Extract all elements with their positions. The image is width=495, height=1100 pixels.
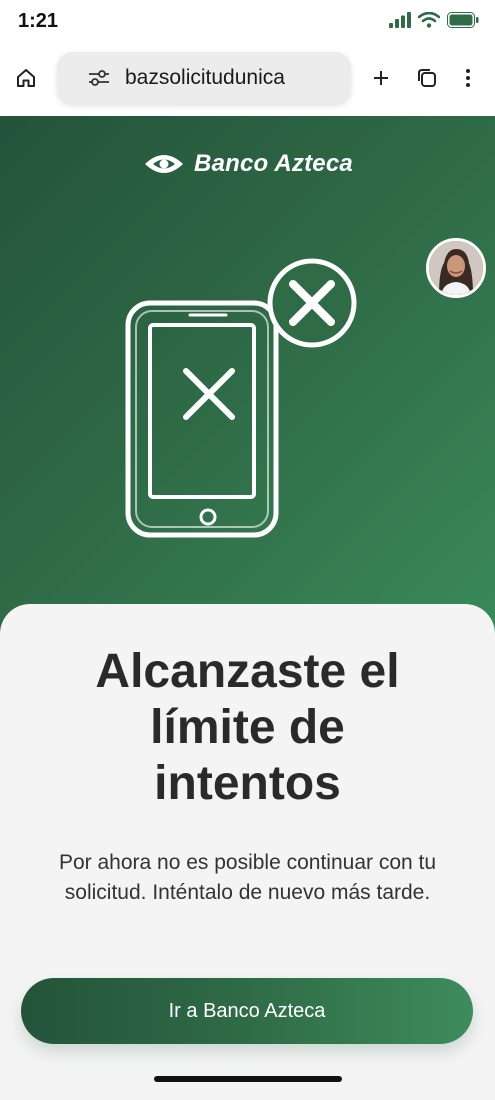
title-line: Alcanzaste el	[95, 645, 400, 698]
page-title: Alcanzaste el límite de intentos	[20, 644, 475, 812]
banco-azteca-logo-icon	[145, 155, 184, 173]
brand-name: Banco Azteca	[194, 150, 353, 177]
home-button[interactable]	[10, 62, 42, 94]
plus-icon	[374, 71, 388, 85]
new-tab-button[interactable]	[367, 62, 395, 94]
status-time: 1:21	[18, 10, 59, 32]
home-icon	[17, 69, 35, 87]
title-line: intentos	[154, 757, 341, 810]
signal-icon	[389, 12, 411, 33]
assistant-avatar[interactable]	[426, 238, 486, 298]
home-indicator[interactable]	[154, 1076, 342, 1082]
brand-logo[interactable]: Banco Azteca	[0, 150, 495, 178]
status-icons	[389, 11, 479, 33]
tabs-icon	[418, 69, 436, 87]
title-line: límite de	[150, 701, 345, 754]
battery-icon	[447, 12, 479, 33]
url-text[interactable]: bazsolicitudunica	[125, 66, 285, 90]
wifi-icon	[417, 11, 441, 33]
body-line: solicitud. Inténtalo de nuevo más tarde.	[64, 881, 431, 904]
message-body: Por ahora no es posible continuar con tu…	[16, 848, 479, 908]
tabs-button[interactable]	[411, 62, 443, 94]
more-menu-button[interactable]	[456, 62, 480, 94]
error-phone-illustration	[125, 258, 357, 538]
browser-toolbar: bazsolicitudunica	[0, 44, 495, 116]
tune-icon[interactable]	[87, 66, 111, 90]
message-card: Alcanzaste el límite de intentos Por aho…	[0, 604, 495, 1100]
body-line: Por ahora no es posible continuar con tu	[58, 851, 437, 874]
address-bar[interactable]: bazsolicitudunica	[57, 52, 351, 104]
go-to-banco-azteca-button[interactable]: Ir a Banco Azteca	[21, 978, 473, 1044]
more-icon	[466, 69, 470, 87]
hero-banner: Banco Azteca	[0, 116, 495, 636]
status-bar: 1:21	[0, 0, 495, 44]
